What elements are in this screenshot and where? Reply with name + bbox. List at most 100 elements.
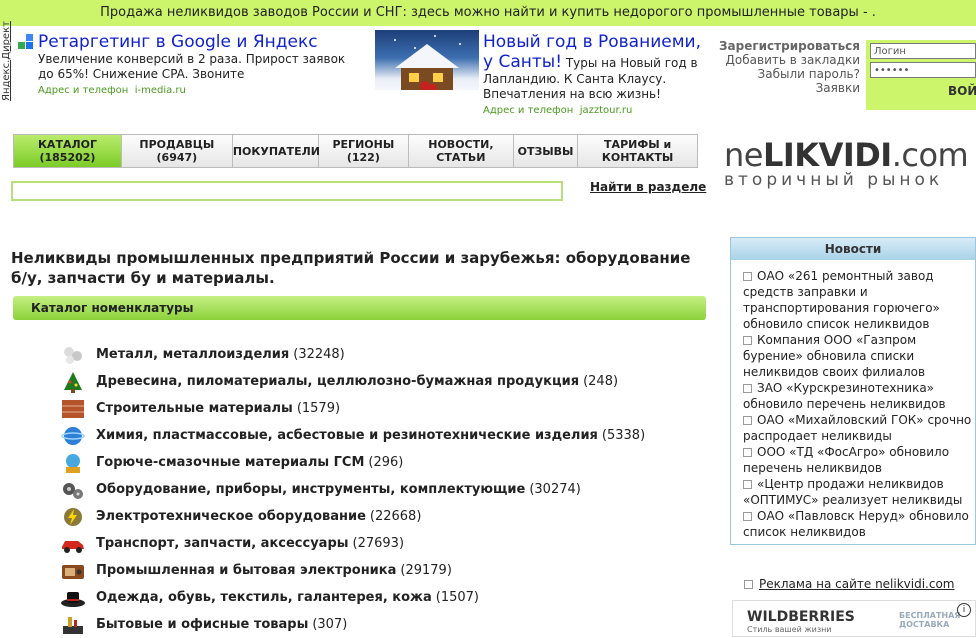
news-item[interactable]: ОАО «Михайловский ГОК» срочно распродает… [743, 412, 975, 444]
nav-sellers-count: (6947) [156, 151, 198, 164]
ad1-title-link[interactable]: Ретаргетинг в Google и Яндекс [38, 32, 318, 52]
nav-catalog-label: КАТАЛОГ [37, 138, 97, 151]
news-item[interactable]: ООО «ТД «ФосАгро» обновило перечень нели… [743, 444, 975, 476]
forgot-password-link[interactable]: Забыли пароль? [700, 67, 860, 81]
advertising-link[interactable]: Реклама на сайте nelikvidi.com [759, 577, 955, 591]
logo-tagline: вторичный рынок [724, 170, 944, 190]
news-item-text[interactable]: ООО «ТД «ФосАгро» обновило перечень нели… [743, 445, 949, 475]
fuel-icon [66, 453, 80, 473]
office-icon [63, 616, 83, 634]
category-name[interactable]: Промышленная и бытовая электроника [96, 563, 396, 578]
wildberries-logo: WILDBERRIES [747, 609, 855, 625]
nav-buyers[interactable]: ПОКУПАТЕЛИ [232, 135, 320, 167]
news-item-text[interactable]: ОАО «Михайловский ГОК» срочно распродает… [743, 413, 971, 443]
info-icon[interactable]: i [957, 603, 971, 617]
news-item[interactable]: ЗАО «Курскрезинотехника» обновило перече… [743, 380, 975, 412]
news-item-text[interactable]: «Центр продажи неликвидов «ОПТИМУС» реал… [743, 477, 962, 507]
category-name[interactable]: Бытовые и офисные товары [96, 617, 308, 632]
list-item[interactable]: Бытовые и офисные товары (307) [60, 611, 720, 638]
category-name[interactable]: Металл, металлоизделия [96, 347, 289, 362]
login-button[interactable]: ВОЙ [948, 84, 976, 98]
news-list: ОАО «261 ремонтный завод средств заправк… [731, 260, 975, 540]
category-name[interactable]: Электротехническое оборудование [96, 509, 366, 524]
news-item-text[interactable]: Компания ООО «Газпром бурение» обновила … [743, 333, 925, 379]
nav-regions[interactable]: РЕГИОНЫ (122) [319, 135, 409, 167]
news-item-text[interactable]: ОАО «Павловск Неруд» обновило список нел… [743, 509, 969, 539]
category-name[interactable]: Транспорт, запчасти, аксессуары [96, 536, 349, 551]
search-in-section-button[interactable]: Найти в разделе [590, 180, 706, 194]
category-count: (307) [312, 617, 348, 632]
news-item[interactable]: Компания ООО «Газпром бурение» обновила … [743, 332, 975, 380]
nav-reviews[interactable]: ОТЗЫВЫ [514, 135, 579, 167]
ad1-domain[interactable]: i-media.ru [135, 85, 186, 96]
wildberries-banner[interactable]: WILDBERRIES Стиль вашей жизни БЕСПЛАТНАЯ… [732, 600, 976, 637]
metal-icon [64, 346, 82, 364]
nav-tariffs-label: ТАРИФЫ и [604, 138, 672, 151]
list-item[interactable]: Строительные материалы (1579) [60, 395, 720, 422]
category-name[interactable]: Древесина, пиломатериалы, целлюлозно-бум… [96, 374, 579, 389]
category-name[interactable]: Химия, пластмассовые, асбестовые и резин… [96, 428, 598, 443]
santa-house-icon [375, 35, 479, 100]
category-count: (248) [583, 374, 619, 389]
nav-catalog[interactable]: КАТАЛОГ (185202) [14, 135, 122, 167]
orders-link[interactable]: Заявки [700, 81, 860, 95]
car-icon [62, 540, 84, 553]
bookmark-link[interactable]: Добавить в закладки [700, 53, 860, 67]
hat-icon [61, 591, 85, 607]
list-item[interactable]: Химия, пластмассовые, асбестовые и резин… [60, 422, 720, 449]
nav-news-label: НОВОСТИ, [428, 138, 494, 151]
news-item[interactable]: «Центр продажи неликвидов «ОПТИМУС» реал… [743, 476, 975, 508]
category-name[interactable]: Горюче-смазочные материалы ГСМ [96, 455, 364, 470]
nav-regions-count: (122) [346, 151, 380, 164]
news-item[interactable]: ОАО «Павловск Неруд» обновило список нел… [743, 508, 975, 540]
bullet-icon [743, 384, 752, 393]
ad1-meta: Адрес и телефон i-media.ru [38, 85, 348, 96]
bullet-icon [743, 480, 752, 489]
list-item[interactable]: Оборудование, приборы, инструменты, комп… [60, 476, 720, 503]
category-count: (1579) [296, 401, 341, 416]
category-count: (29179) [400, 563, 452, 578]
category-name[interactable]: Оборудование, приборы, инструменты, комп… [96, 482, 525, 497]
site-logo[interactable]: neLIKVIDI.com вторичный рынок [724, 138, 976, 194]
ad1-body: Увеличение конверсий в 2 раза. Прирост з… [38, 52, 346, 81]
ad2-address-link[interactable]: Адрес и телефон [483, 105, 573, 116]
list-item[interactable]: Металл, металлоизделия (32248) [60, 341, 720, 368]
search-input[interactable] [11, 181, 563, 201]
list-item[interactable]: Электротехническое оборудование (22668) [60, 503, 720, 530]
login-input[interactable]: Логин [870, 43, 976, 59]
category-count: (5338) [601, 428, 646, 443]
list-item[interactable]: Одежда, обувь, текстиль, галантерея, кож… [60, 584, 720, 611]
category-count: (22668) [369, 509, 422, 524]
category-name[interactable]: Строительные материалы [96, 401, 293, 416]
nav-news[interactable]: НОВОСТИ, СТАТЬИ [409, 135, 514, 167]
yandex-direct-link[interactable]: Яндекс.Директ [1, 21, 13, 101]
news-item-text[interactable]: ЗАО «Курскрезинотехника» обновило перече… [743, 381, 946, 411]
list-item[interactable]: Горюче-смазочные материалы ГСМ (296) [60, 449, 720, 476]
bullet-icon [743, 512, 752, 521]
bullet-icon [743, 416, 752, 425]
news-item-text[interactable]: ОАО «261 ремонтный завод средств заправк… [743, 269, 940, 331]
password-input[interactable]: •••••• [870, 62, 976, 78]
page-title: Неликвиды промышленных предприятий Росси… [11, 249, 691, 287]
nav-sellers-label: ПРОДАВЦЫ [139, 138, 215, 151]
main-nav: КАТАЛОГ (185202) ПРОДАВЦЫ (6947) ПОКУПАТ… [13, 134, 698, 168]
nav-buyers-label: ПОКУПАТЕЛИ [232, 144, 320, 158]
list-item[interactable]: Древесина, пиломатериалы, целлюлозно-бум… [60, 368, 720, 395]
nav-regions-label: РЕГИОНЫ [332, 138, 395, 151]
nav-sellers[interactable]: ПРОДАВЦЫ (6947) [122, 135, 233, 167]
nav-tariffs[interactable]: ТАРИФЫ и КОНТАКТЫ [578, 135, 697, 167]
nav-catalog-count: (185202) [39, 151, 96, 164]
category-count: (27693) [352, 536, 405, 551]
category-list: Металл, металлоизделия (32248) Древесина… [60, 341, 720, 638]
catalog-header: Каталог номенклатуры [13, 296, 706, 320]
ad2-image[interactable] [375, 30, 479, 100]
ad2-domain[interactable]: jazztour.ru [580, 105, 633, 116]
register-link[interactable]: Зарегистрироваться [700, 39, 860, 53]
electric-icon [64, 507, 82, 526]
news-item[interactable]: ОАО «261 ремонтный завод средств заправк… [743, 268, 975, 332]
category-name[interactable]: Одежда, обувь, текстиль, галантерея, кож… [96, 590, 432, 605]
list-item[interactable]: Промышленная и бытовая электроника (2917… [60, 557, 720, 584]
ad-santa-tour: Новый год в Рованиеми, у Санты! Туры на … [483, 32, 715, 116]
ad1-address-link[interactable]: Адрес и телефон [38, 85, 128, 96]
list-item[interactable]: Транспорт, запчасти, аксессуары (27693) [60, 530, 720, 557]
